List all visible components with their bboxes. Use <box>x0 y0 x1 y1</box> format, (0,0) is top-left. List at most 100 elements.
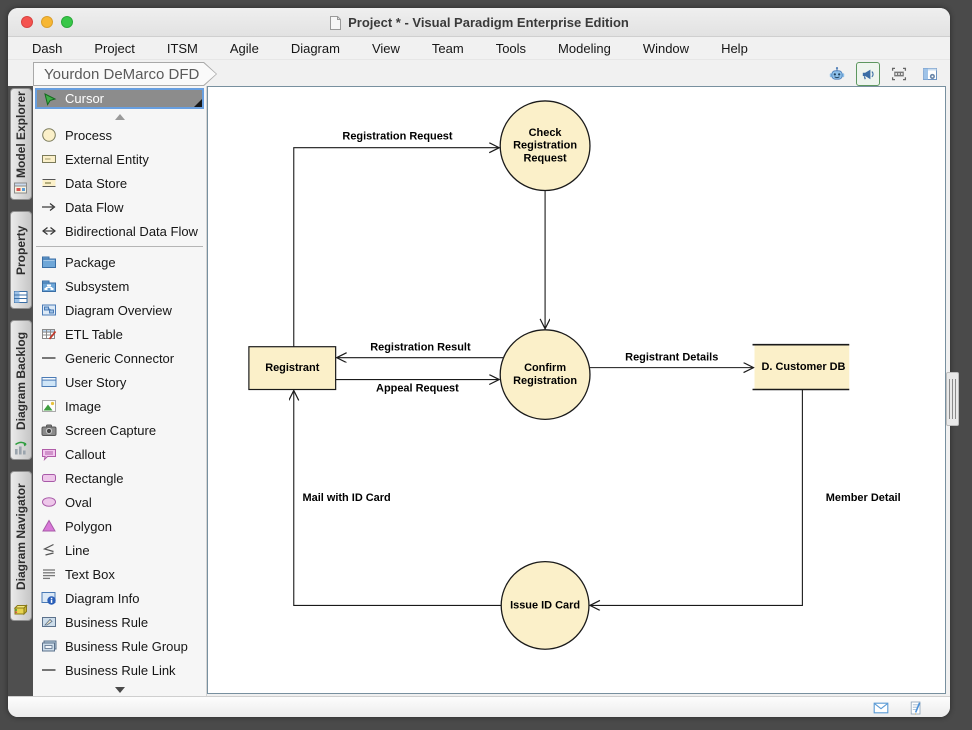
flow-label-registrant-details[interactable]: Registrant Details <box>625 352 718 364</box>
side-tab-diagram-navigator[interactable]: Diagram Navigator <box>10 471 32 621</box>
tool-diagram-overview[interactable]: Diagram Overview <box>33 298 206 322</box>
capture-region-icon <box>891 66 907 82</box>
tool-business-rule-link[interactable]: Business Rule Link <box>33 658 206 682</box>
tool-cursor-label: Cursor <box>65 91 104 106</box>
subsystem-icon <box>41 278 57 294</box>
tool-user-story[interactable]: User Story <box>33 370 206 394</box>
tool-polygon[interactable]: Polygon <box>33 514 206 538</box>
tool-oval[interactable]: Oval <box>33 490 206 514</box>
menu-window[interactable]: Window <box>627 41 705 56</box>
side-tab-diagram-backlog[interactable]: Diagram Backlog <box>10 320 32 460</box>
announcement-icon-button[interactable] <box>856 62 880 86</box>
tool-business-rule-group[interactable]: Business Rule Group <box>33 634 206 658</box>
tool-bidirectional-data-flow[interactable]: Bidirectional Data Flow <box>33 219 206 243</box>
side-tab-property[interactable]: Property <box>10 211 32 309</box>
business-rule-icon <box>41 614 57 630</box>
tool-palette: Cursor Process External Entity Data Stor… <box>33 86 207 697</box>
tool-subsystem[interactable]: Subsystem <box>33 274 206 298</box>
tool-label: Data Store <box>65 176 127 191</box>
menu-modeling[interactable]: Modeling <box>542 41 627 56</box>
mail-icon-button[interactable] <box>871 699 891 715</box>
toolbar: Yourdon DeMarco DFD <box>8 60 950 88</box>
tool-callout[interactable]: Callout <box>33 442 206 466</box>
status-bar <box>8 696 950 717</box>
tool-screen-capture[interactable]: Screen Capture <box>33 418 206 442</box>
tool-image[interactable]: Image <box>33 394 206 418</box>
menu-view[interactable]: View <box>356 41 416 56</box>
bot-icon-button[interactable] <box>825 62 849 86</box>
tool-label: Line <box>65 543 90 558</box>
layout-panel-icon <box>922 66 938 82</box>
menu-itsm[interactable]: ITSM <box>151 41 214 56</box>
menu-diagram[interactable]: Diagram <box>275 41 356 56</box>
data-flow-icon <box>41 199 57 215</box>
flow-label-registration-request[interactable]: Registration Request <box>342 131 452 143</box>
flow-label-mail-with-id-card[interactable]: Mail with ID Card <box>303 492 391 504</box>
palette-scroll-down-button[interactable] <box>33 684 206 696</box>
tool-data-flow[interactable]: Data Flow <box>33 195 206 219</box>
diagram-backlog-icon <box>13 440 29 456</box>
cursor-icon <box>42 91 58 107</box>
side-tab-label: Diagram Backlog <box>11 324 31 437</box>
titlebar[interactable]: Project * - Visual Paradigm Enterprise E… <box>8 8 950 37</box>
business-rule-link-icon <box>41 662 57 678</box>
tool-line[interactable]: Line <box>33 538 206 562</box>
menu-tools[interactable]: Tools <box>480 41 542 56</box>
tool-process[interactable]: Process <box>33 123 206 147</box>
tool-label: Data Flow <box>65 200 124 215</box>
menu-dash[interactable]: Dash <box>16 41 78 56</box>
minimize-button[interactable] <box>41 16 53 28</box>
breadcrumb[interactable]: Yourdon DeMarco DFD <box>33 62 217 86</box>
tool-business-rule[interactable]: Business Rule <box>33 610 206 634</box>
tool-label: Business Rule <box>65 615 148 630</box>
business-rule-group-icon <box>41 638 57 654</box>
tool-label: Diagram Info <box>65 591 139 606</box>
tool-label: Generic Connector <box>65 351 174 366</box>
polygon-icon <box>41 518 57 534</box>
tool-label: Image <box>65 399 101 414</box>
tool-data-store[interactable]: Data Store <box>33 171 206 195</box>
oval-icon <box>41 494 57 510</box>
side-tab-label: Property <box>11 215 31 286</box>
diagram-canvas[interactable]: Registration Request Registration Result A… <box>207 86 946 694</box>
tool-etl-table[interactable]: ETL Table <box>33 322 206 346</box>
tool-rectangle[interactable]: Rectangle <box>33 466 206 490</box>
note-edit-icon-button[interactable] <box>906 699 926 715</box>
close-button[interactable] <box>21 16 33 28</box>
palette-scroll-up-button[interactable] <box>33 111 206 123</box>
tool-label: Business Rule Link <box>65 663 176 678</box>
flow-registration-request[interactable] <box>294 148 499 347</box>
tool-generic-connector[interactable]: Generic Connector <box>33 346 206 370</box>
menu-agile[interactable]: Agile <box>214 41 275 56</box>
tool-diagram-info[interactable]: Diagram Info <box>33 586 206 610</box>
tool-package[interactable]: Package <box>33 250 206 274</box>
menu-help[interactable]: Help <box>705 41 764 56</box>
capture-region-icon-button[interactable] <box>887 62 911 86</box>
rectangle-icon <box>41 470 57 486</box>
menu-project[interactable]: Project <box>78 41 150 56</box>
generic-connector-icon <box>41 350 57 366</box>
palette-separator <box>36 246 203 247</box>
side-tab-strip: Model Explorer Property Diagram Backlog … <box>8 86 33 697</box>
tool-label: Polygon <box>65 519 112 534</box>
tool-label: Text Box <box>65 567 115 582</box>
flow-label-member-detail[interactable]: Member Detail <box>826 492 901 504</box>
menu-team[interactable]: Team <box>416 41 480 56</box>
layout-panel-icon-button[interactable] <box>918 62 942 86</box>
zoom-button[interactable] <box>61 16 73 28</box>
tool-label: External Entity <box>65 152 149 167</box>
bot-icon <box>829 66 845 82</box>
panel-splitter-handle[interactable] <box>946 372 959 426</box>
announcement-icon <box>860 66 876 82</box>
flow-label-registration-result[interactable]: Registration Result <box>370 342 471 354</box>
user-story-icon <box>41 374 57 390</box>
tool-label: Process <box>65 128 112 143</box>
flow-label-appeal-request[interactable]: Appeal Request <box>376 383 459 395</box>
tool-label: Callout <box>65 447 105 462</box>
flow-member-detail[interactable] <box>590 390 802 606</box>
side-tab-model-explorer[interactable]: Model Explorer <box>10 88 32 200</box>
main-area: Model Explorer Property Diagram Backlog … <box>8 86 950 697</box>
tool-external-entity[interactable]: External Entity <box>33 147 206 171</box>
tool-text-box[interactable]: Text Box <box>33 562 206 586</box>
tool-cursor[interactable]: Cursor <box>35 88 204 109</box>
